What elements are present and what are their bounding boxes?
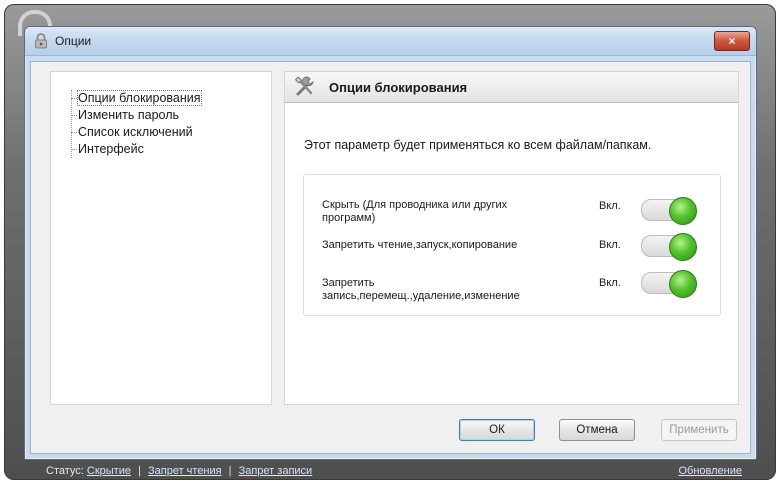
status-separator: | [228,465,232,477]
nav-item-interface[interactable]: Интерфейс [71,141,204,158]
lock-icon [35,33,47,49]
nav-item-exclusions[interactable]: Список исключений [71,124,204,141]
cancel-button[interactable]: Отмена [559,419,635,441]
content-panel: Опции блокирования Этот параметр будет п… [284,71,739,405]
toggle-hide[interactable] [641,197,697,225]
nav-item-label: Список исключений [78,125,193,139]
apply-button[interactable]: Применить [661,419,737,441]
nav-item-label: Интерфейс [78,142,144,156]
status-link-deny-read[interactable]: Запрет чтения [148,465,222,477]
status-bar: Статус: Скрытие | Запрет чтения | Запрет… [46,465,312,477]
toggle-deny-read[interactable] [641,233,697,261]
option-state: Вкл. [599,239,621,251]
option-state: Вкл. [599,277,621,289]
option-label: Скрыть (Для проводника или других програ… [322,199,508,224]
nav-item-label: Изменить пароль [78,108,180,122]
window-title: Опции [55,34,92,48]
toggle-knob [669,197,697,225]
nav-item-label: Опции блокирования [77,90,202,106]
status-link-deny-write[interactable]: Запрет записи [239,465,313,477]
section-title: Опции блокирования [329,80,468,95]
toggle-knob [669,270,697,298]
close-icon: × [728,34,736,48]
nav-item-lock-options[interactable]: Опции блокирования [71,90,204,107]
status-separator: | [138,465,141,477]
option-label: Запретить запись,перемещ.,удаление,измен… [322,277,520,302]
toggle-knob [669,233,697,261]
options-box: Скрыть (Для проводника или других програ… [303,174,721,316]
option-state: Вкл. [599,200,621,212]
ok-button[interactable]: ОК [459,419,535,441]
status-prefix: Статус: [46,465,84,477]
title-bar[interactable]: Опции × [25,27,756,56]
options-dialog: Опции × Опции блокирования Изменить паро… [24,26,757,460]
toggle-deny-write[interactable] [641,270,697,298]
dialog-client-area: Опции блокирования Изменить пароль Списо… [30,61,751,454]
section-description: Этот параметр будет применяться ко всем … [304,138,652,152]
option-label: Запретить чтение,запуск,копирование [322,239,518,251]
section-header: Опции блокирования [285,72,738,103]
nav-panel: Опции блокирования Изменить пароль Списо… [50,71,272,405]
status-link-hidden[interactable]: Скрытие [87,465,131,477]
nav-tree: Опции блокирования Изменить пароль Списо… [71,90,204,158]
tools-icon [295,76,314,96]
nav-item-change-password[interactable]: Изменить пароль [71,107,204,124]
close-button[interactable]: × [714,31,750,51]
update-link[interactable]: Обновление [678,465,742,477]
